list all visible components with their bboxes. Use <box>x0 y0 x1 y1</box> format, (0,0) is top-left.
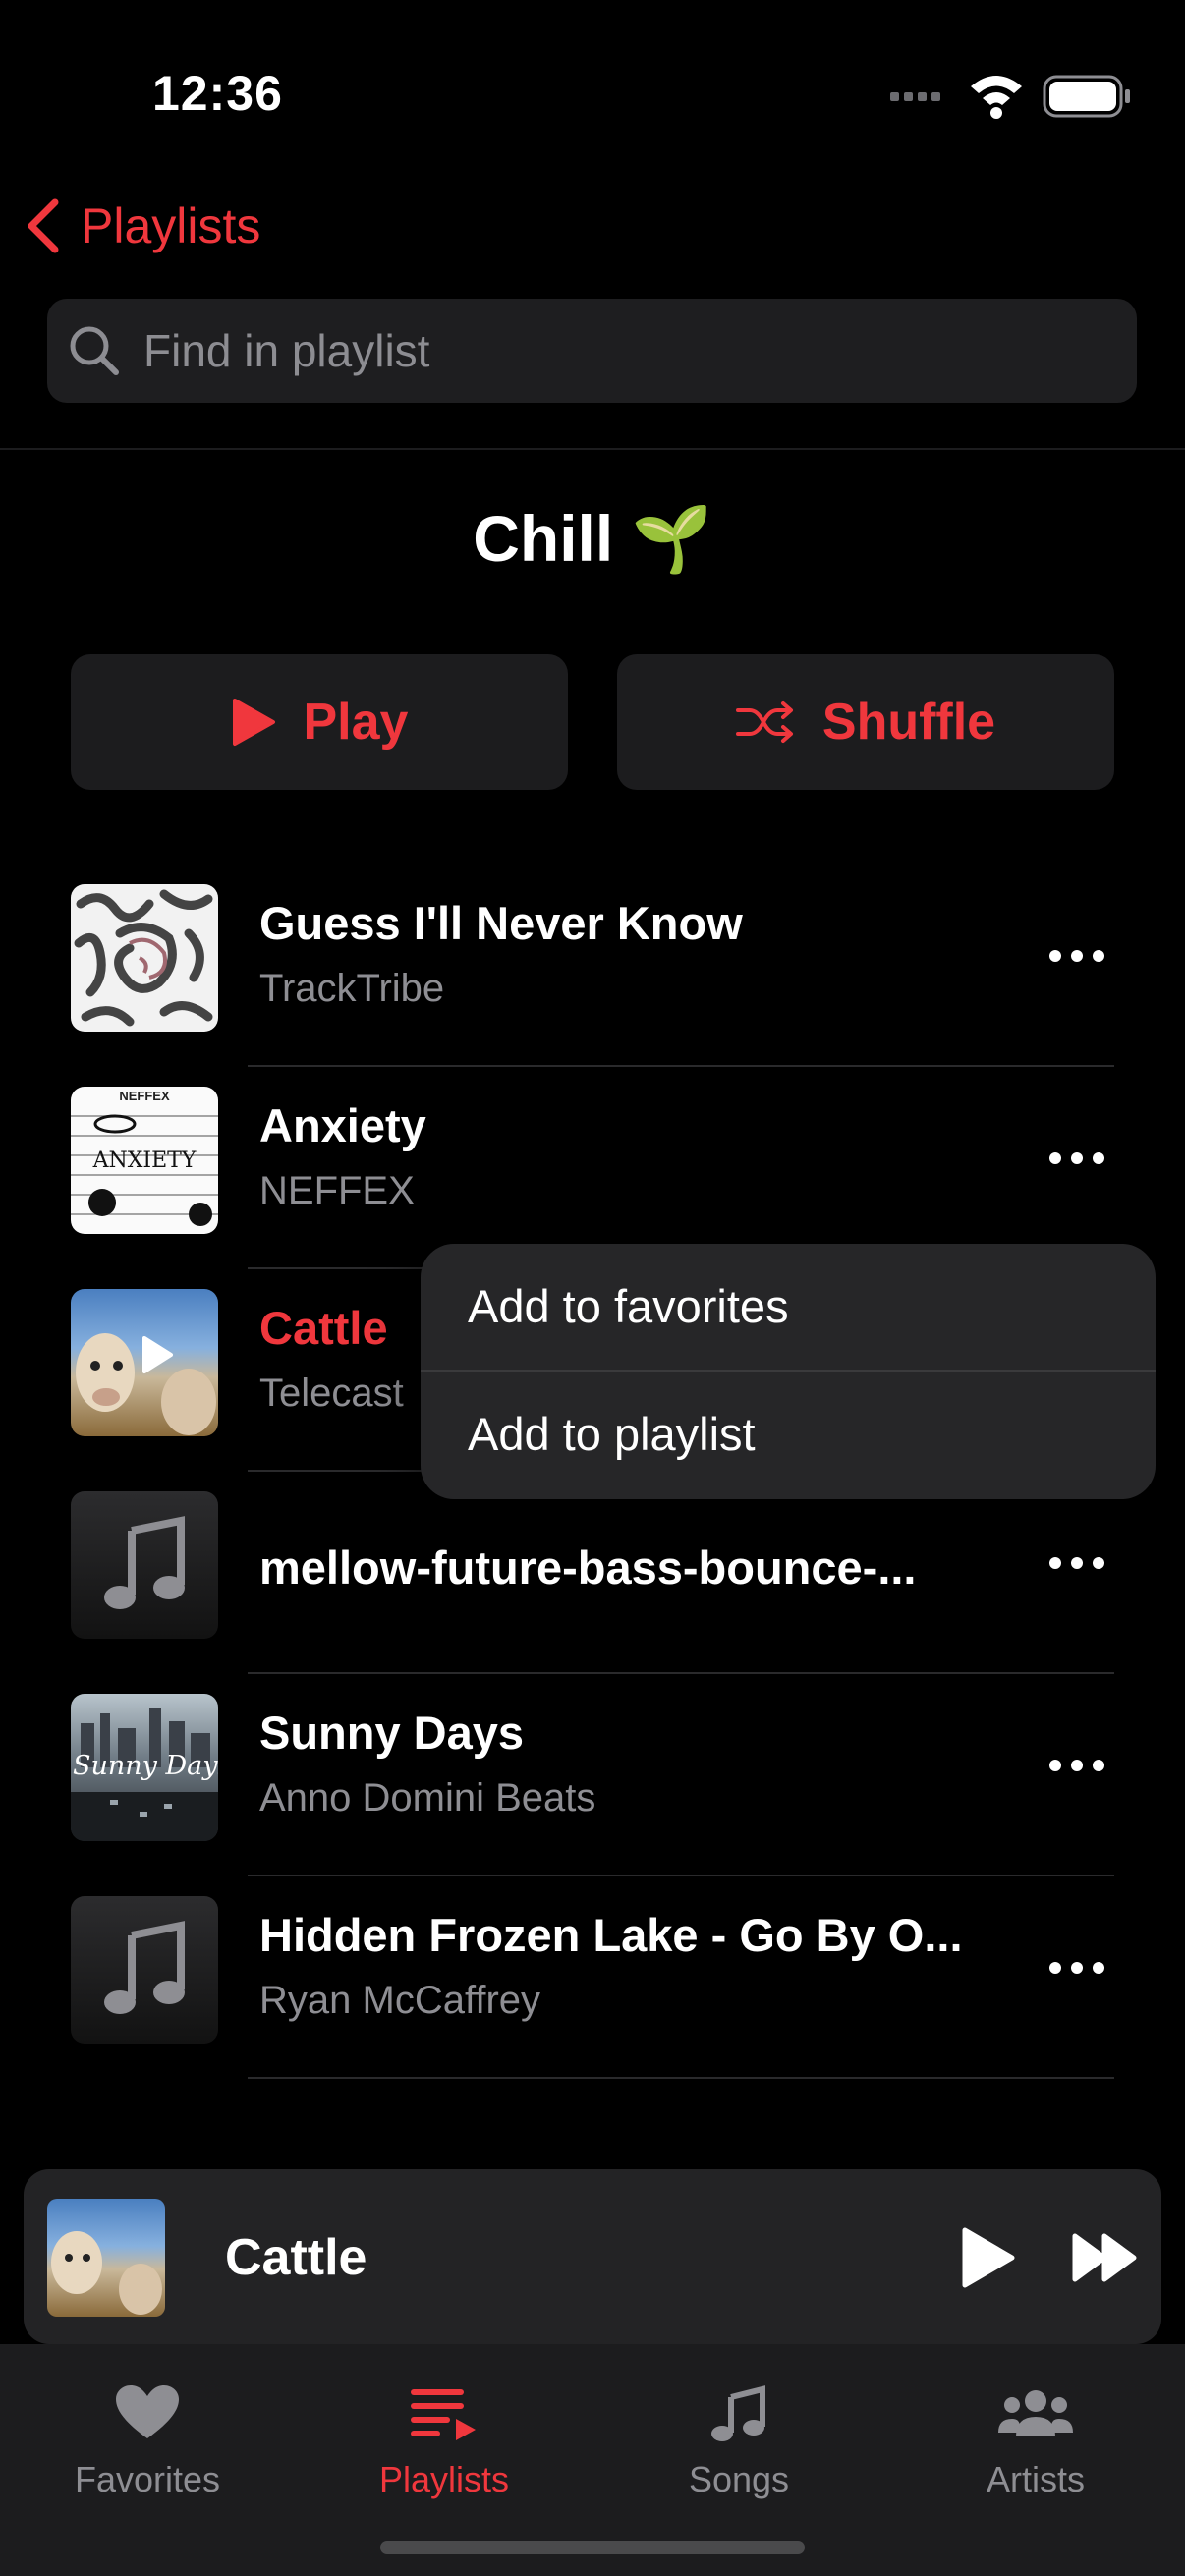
mini-player-title: Cattle <box>225 2229 367 2286</box>
wifi-icon <box>971 76 1022 119</box>
menu-divider <box>421 1370 1156 1372</box>
play-icon[interactable] <box>959 2226 1018 2289</box>
song-artist: Ryan McCaffrey <box>259 1979 541 2022</box>
song-title: Cattle <box>259 1302 388 1354</box>
search-icon <box>70 326 119 375</box>
song-title: mellow-future-bass-bounce-... <box>259 1541 917 1594</box>
more-options-icon[interactable] <box>1047 941 1106 971</box>
signal-icon <box>890 92 940 101</box>
more-options-icon[interactable] <box>1047 1144 1106 1173</box>
mini-player-art <box>47 2199 165 2317</box>
song-title: Hidden Frozen Lake - Go By O... <box>259 1909 963 1961</box>
battery-icon <box>1043 75 1130 118</box>
song-artist: Telecast <box>259 1372 404 1415</box>
play-overlay-icon <box>142 1336 173 1373</box>
song-artist: NEFFEX <box>259 1169 415 1212</box>
people-icon <box>998 2390 1073 2436</box>
back-label: Playlists <box>81 198 261 253</box>
status-icons <box>890 75 1130 119</box>
menu-item-add-to-playlist[interactable]: Add to playlist <box>468 1407 756 1461</box>
song-row[interactable]: mellow-future-bass-bounce-... <box>71 1491 1114 1694</box>
tab-songs[interactable]: Songs <box>621 2383 857 2500</box>
album-art <box>71 884 218 1032</box>
tab-label: Playlists <box>378 2459 510 2499</box>
search-placeholder: Find in playlist <box>143 325 430 376</box>
more-options-icon[interactable] <box>1047 1953 1106 1983</box>
home-indicator <box>380 2541 805 2554</box>
context-menu: Add to favorites Add to playlist <box>421 1244 1156 1499</box>
header-divider <box>0 448 1185 450</box>
music-note-icon <box>104 1921 185 2014</box>
album-art: NEFFEX ANXIETY <box>71 1087 218 1234</box>
album-art-sunny-text: Sunny Days <box>73 1751 218 1781</box>
row-divider <box>248 2077 1114 2079</box>
row-divider <box>248 1672 1114 1674</box>
status-time: 12:36 <box>152 66 283 121</box>
tab-favorites[interactable]: Favorites <box>29 2383 265 2500</box>
music-note-icon <box>104 1516 185 1609</box>
chevron-left-icon <box>28 198 59 253</box>
mini-player[interactable]: Cattle <box>24 2169 1161 2344</box>
shuffle-icon <box>735 701 793 743</box>
song-title: Guess I'll Never Know <box>259 897 743 949</box>
row-divider <box>248 1875 1114 1876</box>
tab-label: Artists <box>986 2459 1085 2499</box>
fast-forward-icon[interactable] <box>1071 2232 1140 2283</box>
play-icon <box>232 699 275 746</box>
album-art-placeholder <box>71 1491 218 1639</box>
playlist-icon <box>411 2389 476 2440</box>
song-artist: Anno Domini Beats <box>259 1776 596 1820</box>
album-art <box>71 1289 218 1436</box>
play-button[interactable]: Play <box>71 654 568 790</box>
album-art: Sunny Days <box>71 1694 218 1841</box>
music-note-icon <box>711 2385 765 2441</box>
back-button[interactable]: Playlists <box>24 196 260 255</box>
tab-label: Favorites <box>74 2459 221 2499</box>
menu-item-add-to-favorites[interactable]: Add to favorites <box>468 1279 789 1333</box>
album-art-placeholder <box>71 1896 218 2044</box>
search-input[interactable]: Find in playlist <box>47 299 1137 403</box>
album-art-neffex-text: NEFFEX <box>119 1089 170 1103</box>
tab-label: Songs <box>688 2459 790 2499</box>
tab-playlists[interactable]: Playlists <box>326 2383 562 2500</box>
song-row[interactable]: Sunny Days Sunny Days Anno Domini Beats <box>71 1694 1114 1896</box>
playlist-title: Chill 🌱 <box>473 502 712 575</box>
more-options-icon[interactable] <box>1047 1548 1106 1578</box>
shuffle-label: Shuffle <box>821 694 996 751</box>
song-row[interactable]: Hidden Frozen Lake - Go By O... Ryan McC… <box>71 1896 1114 2099</box>
heart-icon <box>116 2385 179 2438</box>
row-divider <box>248 1065 1114 1067</box>
tab-artists[interactable]: Artists <box>918 2383 1154 2500</box>
album-art-anxiety-text: ANXIETY <box>92 1148 197 1173</box>
song-title: Sunny Days <box>259 1707 525 1759</box>
shuffle-button[interactable]: Shuffle <box>617 654 1114 790</box>
play-label: Play <box>303 694 409 751</box>
song-artist: TrackTribe <box>259 967 445 1010</box>
song-title: Anxiety <box>259 1099 426 1151</box>
more-options-icon[interactable] <box>1047 1751 1106 1780</box>
song-row[interactable]: Guess I'll Never Know TrackTribe <box>71 884 1114 1087</box>
